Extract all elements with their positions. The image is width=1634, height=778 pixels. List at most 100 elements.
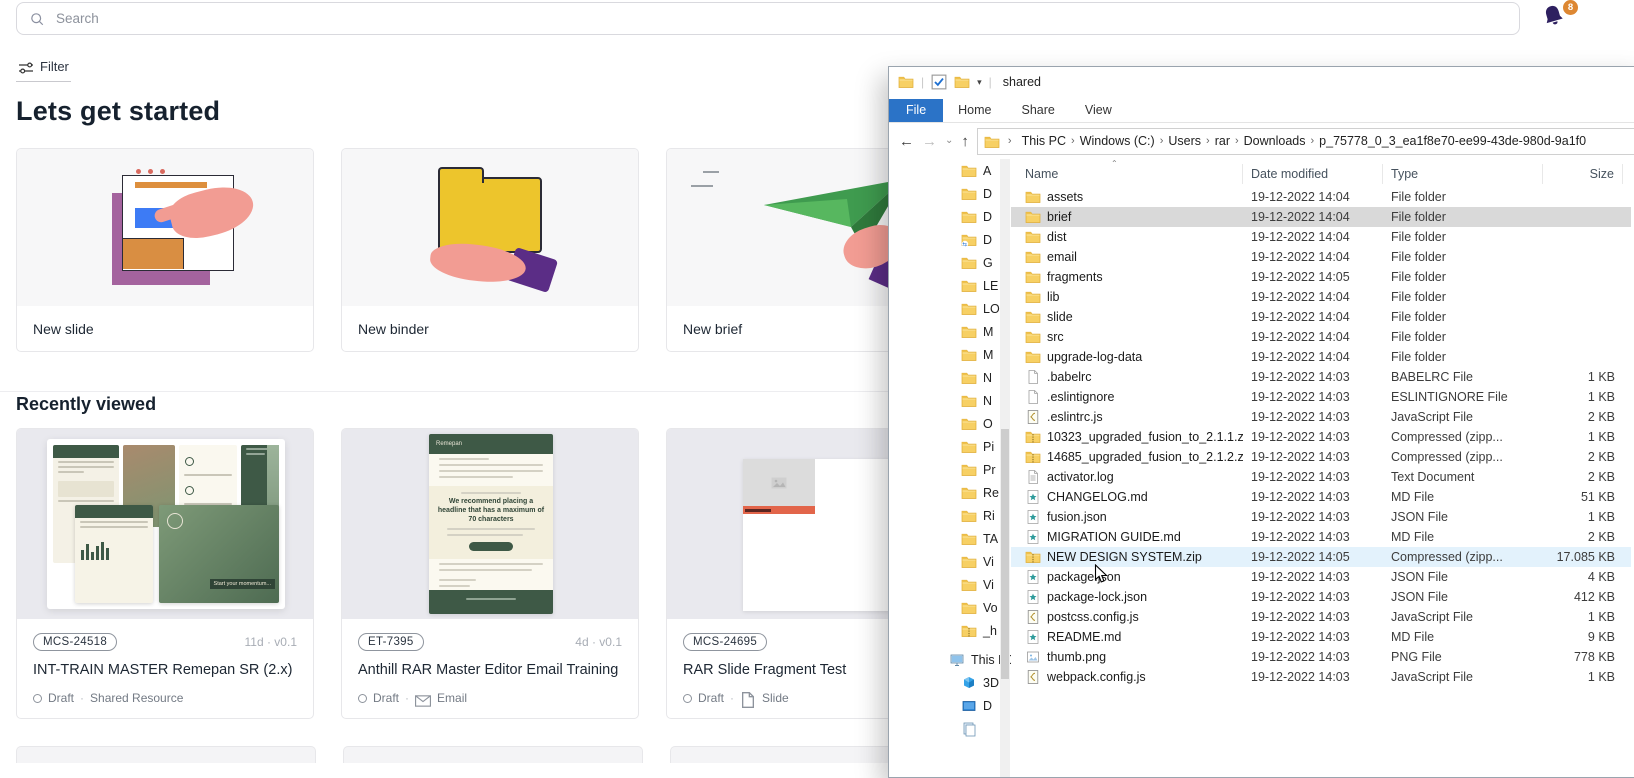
card-id-badge: MCS-24518 [33, 633, 117, 651]
search-box[interactable] [16, 2, 1520, 35]
file-row[interactable]: .eslintignore19-12-2022 14:03ESLINTIGNOR… [1011, 387, 1631, 407]
column-header-name[interactable]: Name [1011, 164, 1243, 184]
file-row[interactable]: brief19-12-2022 14:04File folder [1011, 207, 1631, 227]
column-header-size[interactable]: Size [1543, 164, 1623, 184]
column-header-type[interactable]: Type [1383, 164, 1543, 184]
up-button[interactable]: ↑ [961, 134, 969, 149]
breadcrumb-segment[interactable]: Downloads [1242, 132, 1308, 150]
tree-item[interactable]: Pi [889, 435, 1011, 458]
file-type: File folder [1383, 190, 1543, 204]
tree-item[interactable]: O [889, 412, 1011, 435]
ribbon-tab-file[interactable]: File [889, 99, 943, 122]
breadcrumb-segment[interactable]: rar [1213, 132, 1232, 150]
tree-item[interactable]: LO [889, 297, 1011, 320]
recent-card[interactable]: Remepan We recommend placing a headline … [341, 428, 639, 719]
tree-item[interactable]: Vo [889, 596, 1011, 619]
tree-item[interactable]: A [889, 159, 1011, 182]
recent-card[interactable]: Start your momentum... MCS-24518 11d · v… [16, 428, 314, 719]
file-row[interactable]: postcss.config.js19-12-2022 14:03JavaScr… [1011, 607, 1631, 627]
tree-item[interactable]: N [889, 389, 1011, 412]
file-date: 19-12-2022 14:04 [1243, 250, 1383, 264]
breadcrumb-segment[interactable]: Windows (C:) [1078, 132, 1157, 150]
file-row[interactable]: 14685_upgraded_fusion_to_2.1.2.zip19-12-… [1011, 447, 1631, 467]
file-row[interactable]: CHANGELOG.md19-12-2022 14:03MD File51 KB [1011, 487, 1631, 507]
tree-item[interactable]: D [889, 205, 1011, 228]
file-row[interactable]: assets19-12-2022 14:04File folder [1011, 187, 1631, 207]
ribbon-tab-view[interactable]: View [1070, 99, 1127, 122]
tree-item[interactable]: 3D [889, 671, 1011, 694]
quick-access-folder-icon[interactable] [954, 74, 970, 90]
search-input[interactable] [54, 10, 1507, 27]
file-type: JSON File [1383, 590, 1543, 604]
tree-item[interactable]: _h [889, 619, 1011, 642]
tree-item[interactable]: Ri [889, 504, 1011, 527]
file-row[interactable]: MIGRATION GUIDE.md19-12-2022 14:03MD Fil… [1011, 527, 1631, 547]
file-row[interactable]: fusion.json19-12-2022 14:03JSON File1 KB [1011, 507, 1631, 527]
file-row[interactable]: activator.log19-12-2022 14:03Text Docume… [1011, 467, 1631, 487]
breadcrumb-segment[interactable]: Users [1166, 132, 1203, 150]
explorer-titlebar[interactable]: | ▾ | shared [889, 67, 1634, 97]
file-row[interactable]: lib19-12-2022 14:04File folder [1011, 287, 1631, 307]
file-row[interactable]: src19-12-2022 14:04File folder [1011, 327, 1631, 347]
file-date: 19-12-2022 14:05 [1243, 270, 1383, 284]
file-row[interactable]: webpack.config.js19-12-2022 14:03JavaScr… [1011, 667, 1631, 687]
notifications-button[interactable]: 8 [1540, 3, 1574, 35]
tree-item[interactable]: TA [889, 527, 1011, 550]
tree-item[interactable]: Vi [889, 573, 1011, 596]
file-row[interactable]: thumb.png19-12-2022 14:03PNG File778 KB [1011, 647, 1631, 667]
card-id-badge: ET-7395 [358, 633, 424, 651]
address-box[interactable]: › This PC›Windows (C:)›Users›rar›Downloa… [977, 128, 1634, 155]
file-row[interactable]: slide19-12-2022 14:04File folder [1011, 307, 1631, 327]
file-row[interactable]: fragments19-12-2022 14:05File folder [1011, 267, 1631, 287]
filter-button[interactable]: Filter [16, 58, 71, 82]
breadcrumb-segment[interactable]: This PC [1020, 132, 1068, 150]
card-title: Anthill RAR Master Editor Email Training [358, 662, 622, 678]
file-row[interactable]: 10323_upgraded_fusion_to_2.1.1.zip19-12-… [1011, 427, 1631, 447]
column-header-date-modified[interactable]: Date modified [1243, 164, 1383, 184]
qat-customize-icon[interactable]: ▾ [977, 78, 982, 87]
page-icon [740, 692, 756, 704]
tree-item[interactable]: N [889, 366, 1011, 389]
tree-scrollbar[interactable] [1000, 159, 1010, 777]
tree-item[interactable]: D [889, 182, 1011, 205]
tree-item[interactable]: Vi [889, 550, 1011, 573]
new-binder-card[interactable]: New binder [341, 148, 639, 352]
history-dropdown-icon[interactable]: ⌄ [945, 136, 953, 146]
file-name: 14685_upgraded_fusion_to_2.1.2.zip [1011, 449, 1243, 465]
tree-item[interactable]: G [889, 251, 1011, 274]
file-date: 19-12-2022 14:03 [1243, 430, 1383, 444]
file-row[interactable]: .eslintrc.js19-12-2022 14:03JavaScript F… [1011, 407, 1631, 427]
file-name: README.md [1011, 629, 1243, 645]
tree-item[interactable] [889, 717, 1011, 740]
back-button[interactable]: ← [899, 134, 914, 149]
breadcrumb-segment[interactable]: p_75778_0_3_ea1f8e70-ee99-43de-980d-9a1f… [1317, 132, 1588, 150]
tree-item-label: Ri [983, 509, 995, 523]
file-type: PNG File [1383, 650, 1543, 664]
file-row[interactable]: email19-12-2022 14:04File folder [1011, 247, 1631, 267]
file-row[interactable]: package-lock.json19-12-2022 14:03JSON Fi… [1011, 587, 1631, 607]
file-explorer-window: | ▾ | shared FileHomeShareView ← → ⌄ ↑ ›… [888, 66, 1634, 778]
tree-item[interactable]: ⇆D [889, 228, 1011, 251]
tree-item-label: D [983, 699, 992, 713]
tree-item[interactable]: This PC [889, 648, 1011, 671]
ribbon-tab-home[interactable]: Home [943, 99, 1006, 122]
address-folder-icon [984, 134, 1000, 148]
tree-item[interactable]: M [889, 343, 1011, 366]
file-type: File folder [1383, 270, 1543, 284]
tree-item[interactable]: Re [889, 481, 1011, 504]
file-row[interactable]: README.md19-12-2022 14:03MD File9 KB [1011, 627, 1631, 647]
checkbox-toggle-icon[interactable] [931, 74, 947, 90]
tree-item[interactable]: M [889, 320, 1011, 343]
tree-item[interactable]: Pr [889, 458, 1011, 481]
forward-button[interactable]: → [922, 134, 937, 149]
file-row[interactable]: dist19-12-2022 14:04File folder [1011, 227, 1631, 247]
tree-item[interactable]: D [889, 694, 1011, 717]
tree-item-label: TA [983, 532, 998, 546]
file-row[interactable]: upgrade-log-data19-12-2022 14:04File fol… [1011, 347, 1631, 367]
folder-file-icon [1025, 289, 1041, 305]
tree-item[interactable]: LE [889, 274, 1011, 297]
file-row[interactable]: .babelrc19-12-2022 14:03BABELRC File1 KB [1011, 367, 1631, 387]
tree-item-label: N [983, 394, 992, 408]
new-slide-card[interactable]: ✓ New slide [16, 148, 314, 352]
ribbon-tab-share[interactable]: Share [1007, 99, 1070, 122]
